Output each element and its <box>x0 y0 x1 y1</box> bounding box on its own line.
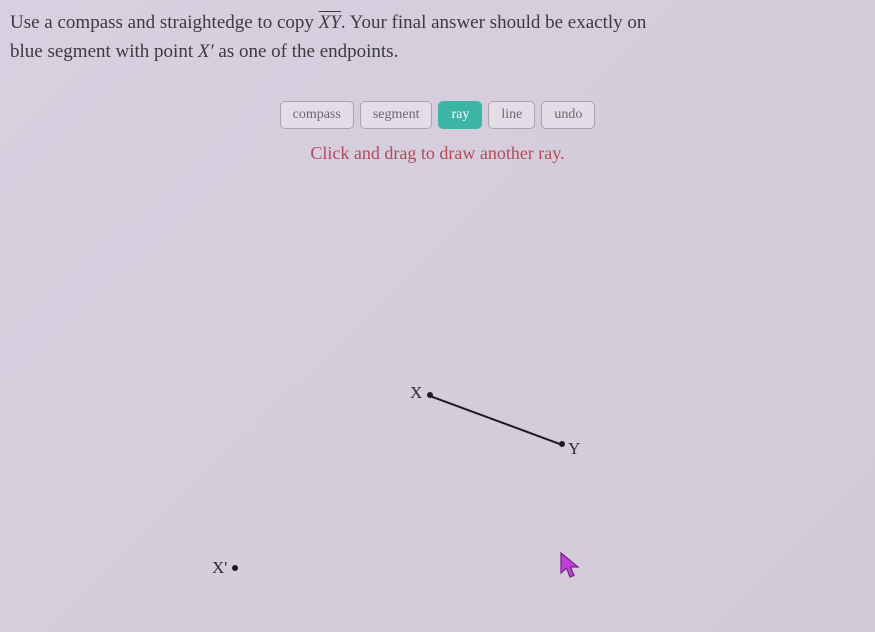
drawing-canvas[interactable]: X Y X' <box>0 200 875 632</box>
problem-text-2: . Your final answer should be exactly on <box>341 12 647 33</box>
problem-text-1: Use a compass and straightedge to copy <box>10 12 319 33</box>
line-tool-button[interactable]: line <box>488 101 535 129</box>
problem-text-3: blue segment with point <box>10 41 198 62</box>
segment-xy-line <box>430 395 563 446</box>
point-x-prime: X′ <box>198 41 214 62</box>
tool-toolbar: compass segment ray line undo <box>0 101 875 129</box>
point-xprime-label: X' <box>212 558 227 578</box>
segment-xy: XY <box>319 12 341 33</box>
point-x-dot[interactable] <box>427 392 433 398</box>
point-x-label: X <box>410 383 422 403</box>
point-y-label: Y <box>568 439 580 459</box>
compass-tool-button[interactable]: compass <box>280 101 354 129</box>
point-y-dot[interactable] <box>559 441 565 447</box>
undo-tool-button[interactable]: undo <box>541 101 595 129</box>
problem-text-4: as one of the endpoints. <box>214 41 399 62</box>
cursor-icon <box>560 552 582 580</box>
problem-statement: Use a compass and straightedge to copy X… <box>0 0 875 67</box>
hint-text: Click and drag to draw another ray. <box>0 143 875 164</box>
segment-tool-button[interactable]: segment <box>360 101 433 129</box>
ray-tool-button[interactable]: ray <box>438 101 482 129</box>
point-xprime-dot[interactable] <box>232 565 238 571</box>
